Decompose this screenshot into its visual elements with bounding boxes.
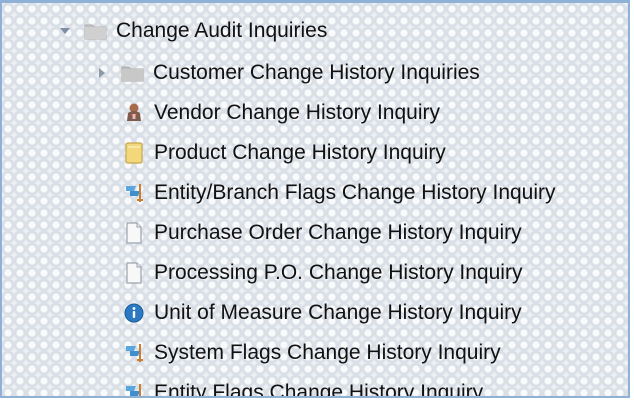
tree-root-change-audit-inquiries[interactable]: Change Audit Inquiries (56, 11, 327, 51)
tree-item-vendor-change-history-inquiry[interactable]: Vendor Change History Inquiry (120, 93, 440, 133)
tree-item-label: Processing P.O. Change History Inquiry (154, 261, 523, 284)
flags-icon (120, 379, 148, 396)
tree-item-label: Entity Flags Change History Inquiry (154, 381, 484, 398)
tree-item-entity-flags-change-history-inquiry[interactable]: Entity Flags Change History Inquiry (120, 373, 484, 398)
tree-item-processing-po-change-history-inquiry[interactable]: Processing P.O. Change History Inquiry (120, 253, 522, 293)
tree-item-label: Unit of Measure Change History Inquiry (154, 301, 522, 324)
tree-root-label: Change Audit Inquiries (116, 19, 328, 42)
tree-item-product-change-history-inquiry[interactable]: Product Change History Inquiry (120, 133, 446, 173)
document-icon (120, 219, 148, 247)
tree-item-unit-of-measure-change-history-inquiry[interactable]: Unit of Measure Change History Inquiry (120, 293, 522, 333)
tree-item-label: Entity/Branch Flags Change History Inqui… (154, 181, 556, 204)
info-icon (120, 299, 148, 327)
expanded-arrow-icon[interactable] (56, 22, 74, 40)
tree-panel: Change Audit Inquiries Customer Change H… (0, 0, 630, 398)
tree-item-label: Purchase Order Change History Inquiry (154, 221, 522, 244)
note-icon (120, 139, 148, 167)
document-icon (120, 259, 148, 287)
tree-item-system-flags-change-history-inquiry[interactable]: System Flags Change History Inquiry (120, 333, 501, 373)
tree-item-label: Product Change History Inquiry (154, 141, 446, 164)
vendor-person-icon (120, 99, 148, 127)
collapsed-arrow-icon[interactable] (93, 64, 111, 82)
tree-item-label: System Flags Change History Inquiry (154, 341, 501, 364)
tree-item-purchase-order-change-history-inquiry[interactable]: Purchase Order Change History Inquiry (120, 213, 522, 253)
flags-icon (120, 179, 148, 207)
tree-item-entity-branch-flags-change-history-inquiry[interactable]: Entity/Branch Flags Change History Inqui… (120, 173, 556, 213)
folder-icon (119, 59, 147, 87)
tree-folder-label: Customer Change History Inquiries (153, 61, 480, 84)
tree-item-label: Vendor Change History Inquiry (154, 101, 440, 124)
tree-folder-customer-change-history-inquiries[interactable]: Customer Change History Inquiries (93, 53, 480, 93)
flags-icon (120, 339, 148, 367)
folder-open-icon (82, 17, 110, 45)
